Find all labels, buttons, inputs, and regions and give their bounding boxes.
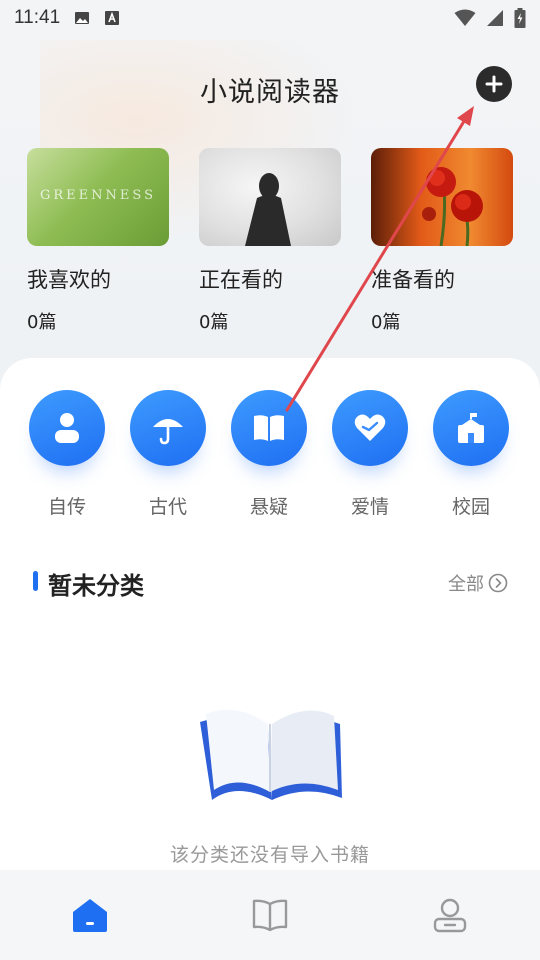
book-icon [252,899,288,932]
tab-home[interactable] [0,870,180,960]
signal-icon [487,10,503,26]
category-icon-circle [332,390,408,466]
see-all-link[interactable]: 全部 [448,570,508,596]
shelf-cover-image [371,148,513,246]
category-mystery[interactable]: 悬疑 [229,390,309,519]
category-label: 悬疑 [249,496,288,518]
umbrella-icon [153,419,183,445]
page-title: 小说阅读器 [200,77,340,108]
category-label: 爱情 [350,496,389,518]
category-label: 校园 [451,496,490,518]
shelf-name: 我喜欢的 [27,268,111,292]
empty-state-message: 该分类还没有导入书籍 [169,844,370,866]
silhouette-figure [245,173,291,246]
wifi-icon [454,9,476,26]
shelf-name: 准备看的 [371,268,455,292]
roses-illustration [422,167,483,246]
category-icon-circle [130,390,206,466]
person-icon [55,413,79,443]
shelf-cover-image [199,148,341,246]
tab-bookshelf[interactable] [180,870,360,960]
shelf-name: 正在看的 [199,268,283,292]
tab-profile[interactable] [360,870,540,960]
category-ancient[interactable]: 古代 [128,390,208,519]
section-title: 暂未分类 [48,572,144,600]
category-icon-circle [29,390,105,466]
heart-icon [354,414,386,441]
status-bar: 11:41 [0,0,540,36]
chevron-right-circle-icon [488,573,508,593]
shelf-count: 0篇 [371,312,401,333]
cover-watermark-text: GREENNESS [40,188,156,203]
book-open-icon [254,415,284,441]
category-autobiography[interactable]: 自传 [27,390,107,519]
image-icon [75,12,90,24]
bottom-tab-bar [0,870,540,960]
shelf-count: 0篇 [199,312,229,333]
shelf-card-reading[interactable]: 正在看的 0篇 [199,148,341,334]
category-romance[interactable]: 爱情 [330,390,410,519]
category-label: 自传 [47,496,86,518]
section-accent-bar [33,571,38,591]
category-icon-circle [433,390,509,466]
shelf-card-planned[interactable]: 准备看的 0篇 [371,148,513,334]
status-time: 11:41 [14,7,61,28]
open-book-illustration [200,709,342,800]
add-button[interactable] [476,66,512,102]
user-icon [433,898,467,933]
see-all-label: 全部 [448,574,484,595]
school-icon [458,413,484,443]
category-label: 古代 [148,496,187,518]
shelf-card-liked[interactable]: GREENNESS 我喜欢的 0篇 [27,148,169,334]
home-icon [73,899,107,932]
plus-icon [485,75,503,93]
shelf-count: 0篇 [27,312,57,333]
battery-charging-icon [514,8,526,28]
keyboard-a-icon [105,11,120,25]
shelf-cover-image: GREENNESS [27,148,169,246]
category-campus[interactable]: 校园 [431,390,511,519]
category-icon-circle [231,390,307,466]
